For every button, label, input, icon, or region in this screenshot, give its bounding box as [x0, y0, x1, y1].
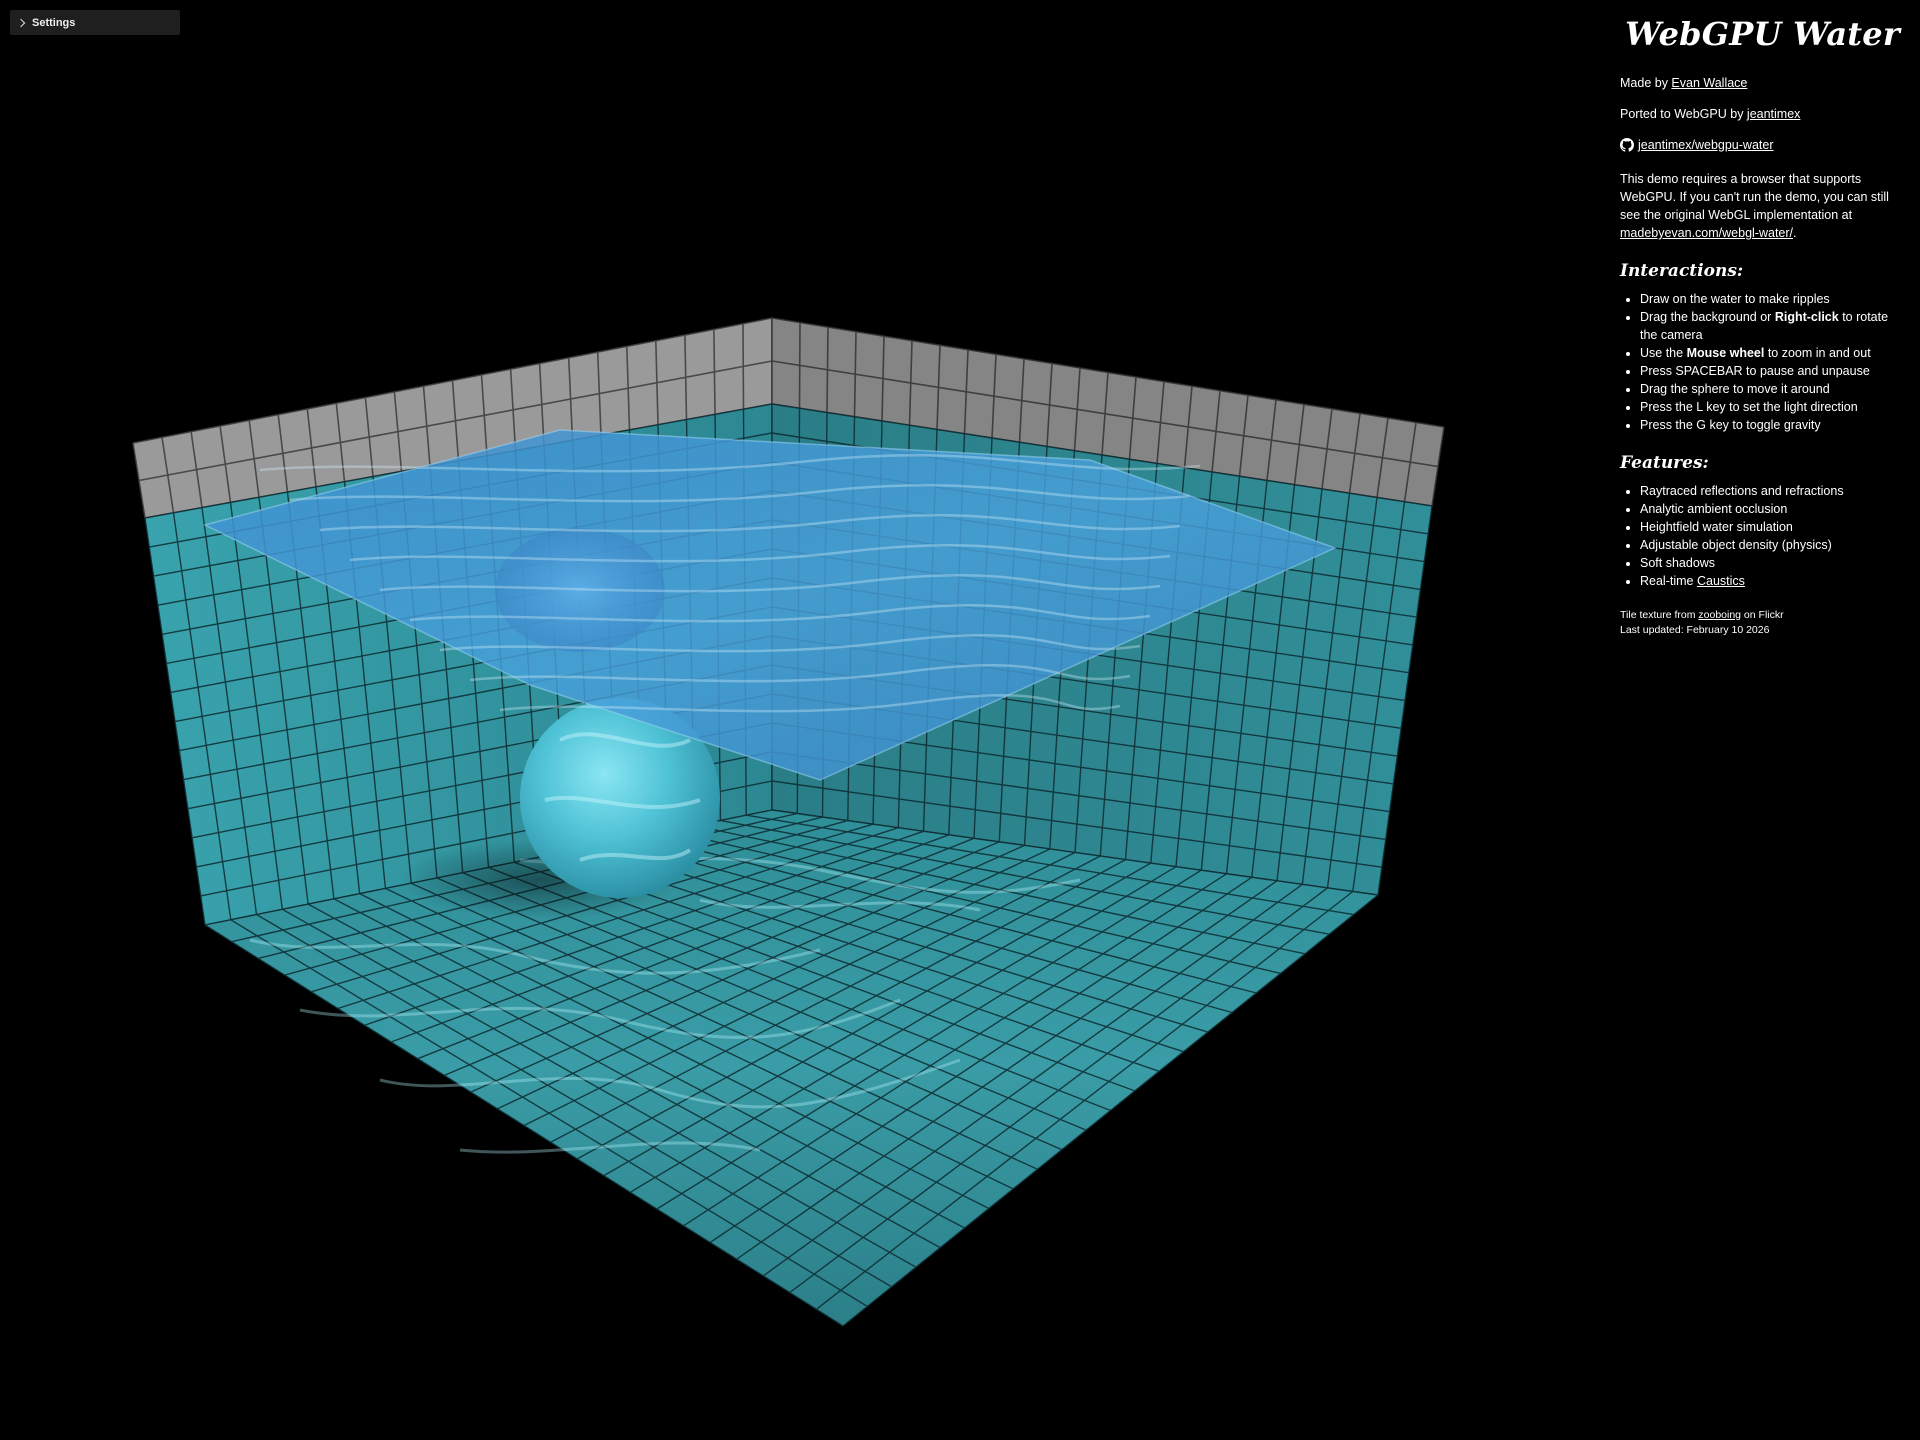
features-heading: Features:: [1620, 453, 1709, 473]
interactions-heading: Interactions:: [1620, 261, 1744, 281]
list-item: Real-time Caustics: [1640, 572, 1905, 590]
credit-port: Ported to WebGPU by jeantimex: [1620, 105, 1905, 123]
list-item: Analytic ambient occlusion: [1640, 500, 1905, 518]
github-icon: [1620, 138, 1634, 152]
interactions-list: Draw on the water to make ripples Drag t…: [1620, 290, 1905, 434]
item-text: Use the: [1640, 346, 1687, 360]
zooboing-link[interactable]: zooboing: [1698, 609, 1741, 621]
list-item: Use the Mouse wheel to zoom in and out: [1640, 344, 1905, 362]
list-item: Raytraced reflections and refractions: [1640, 482, 1905, 500]
credit-port-prefix: Ported to WebGPU by: [1620, 107, 1747, 121]
porter-link[interactable]: jeantimex: [1747, 107, 1801, 121]
requirement-note: This demo requires a browser that suppor…: [1620, 170, 1905, 242]
tile-credit-prefix: Tile texture from: [1620, 609, 1699, 621]
features-list: Raytraced reflections and refractions An…: [1620, 482, 1905, 590]
requirement-suffix: .: [1793, 226, 1797, 240]
item-text: Real-time: [1640, 574, 1697, 588]
repo-link[interactable]: jeantimex/webgpu-water: [1620, 136, 1774, 154]
credit-author-prefix: Made by: [1620, 76, 1672, 90]
item-text: Adjustable object density (physics): [1640, 538, 1832, 552]
webgl-link[interactable]: madebyevan.com/webgl-water/: [1620, 226, 1793, 240]
settings-toggle[interactable]: Settings: [10, 10, 180, 35]
item-text: to zoom in and out: [1764, 346, 1871, 360]
credit-author: Made by Evan Wallace: [1620, 74, 1905, 92]
list-item: Press the G key to toggle gravity: [1640, 416, 1905, 434]
item-text: Press SPACEBAR to pause and unpause: [1640, 364, 1870, 378]
item-bold: Mouse wheel: [1686, 346, 1765, 360]
item-text: Press the L key to set the light directi…: [1640, 400, 1858, 414]
repo-link-label: jeantimex/webgpu-water: [1638, 138, 1774, 152]
item-text: Soft shadows: [1640, 556, 1716, 570]
repo-line: jeantimex/webgpu-water: [1620, 136, 1905, 157]
item-text: Draw on the water to make ripples: [1640, 292, 1830, 306]
list-item: Press the L key to set the light directi…: [1640, 398, 1905, 416]
list-item: Drag the sphere to move it around: [1640, 380, 1905, 398]
author-link[interactable]: Evan Wallace: [1671, 76, 1747, 90]
tile-credit: Tile texture from zooboing on Flickr: [1620, 608, 1905, 623]
list-item: Soft shadows: [1640, 554, 1905, 572]
caustics-link[interactable]: Caustics: [1697, 574, 1745, 588]
page-title: WebGPU Water: [1625, 15, 1900, 53]
tile-credit-suffix: on Flickr: [1741, 609, 1784, 621]
item-text: Drag the background or: [1640, 310, 1775, 324]
item-text: Analytic ambient occlusion: [1640, 502, 1788, 516]
list-item: Heightfield water simulation: [1640, 518, 1905, 536]
list-item: Adjustable object density (physics): [1640, 536, 1905, 554]
list-item: Drag the background or Right-click to ro…: [1640, 308, 1905, 344]
chevron-right-icon: [16, 18, 26, 27]
item-bold: Right-click: [1774, 310, 1839, 324]
item-text: Drag the sphere to move it around: [1640, 382, 1830, 396]
item-text: Raytraced reflections and refractions: [1640, 484, 1844, 498]
last-updated: Last updated: February 10 2026: [1620, 624, 1770, 636]
list-item: Draw on the water to make ripples: [1640, 290, 1905, 308]
requirement-text: This demo requires a browser that suppor…: [1620, 172, 1889, 222]
footer-note: Tile texture from zooboing on Flickr Las…: [1620, 608, 1905, 638]
info-panel: WebGPU Water Made by Evan Wallace Ported…: [1620, 14, 1905, 638]
item-text: Heightfield water simulation: [1640, 520, 1793, 534]
settings-label: Settings: [32, 16, 76, 29]
list-item: Press SPACEBAR to pause and unpause: [1640, 362, 1905, 380]
item-text: Press the G key to toggle gravity: [1640, 418, 1821, 432]
